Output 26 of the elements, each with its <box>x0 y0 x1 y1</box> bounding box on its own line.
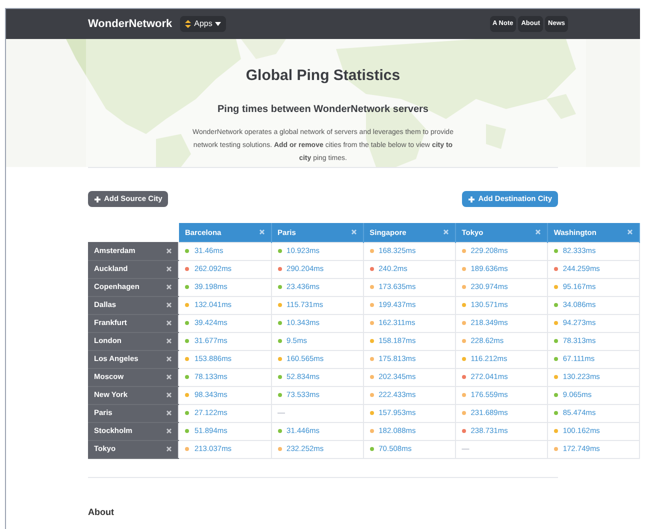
remove-icon[interactable] <box>534 229 541 236</box>
remove-icon[interactable] <box>166 248 172 254</box>
page-title: Global Ping Statistics <box>246 66 400 86</box>
remove-icon[interactable] <box>166 446 172 452</box>
remove-icon[interactable] <box>166 320 172 326</box>
plus-icon <box>468 196 476 202</box>
brand-logo[interactable]: WonderNetwork <box>88 16 172 32</box>
remove-icon[interactable] <box>442 229 449 236</box>
remove-icon[interactable] <box>166 302 172 308</box>
remove-icon[interactable] <box>166 374 172 380</box>
remove-icon[interactable] <box>166 410 172 416</box>
remove-icon[interactable] <box>258 229 265 236</box>
plus-icon <box>94 196 101 202</box>
apps-menu-button[interactable]: Apps <box>180 16 226 32</box>
remove-icon[interactable] <box>627 229 633 236</box>
remove-icon[interactable] <box>166 284 172 290</box>
remove-icon[interactable] <box>166 338 172 344</box>
section-heading: About <box>88 506 115 518</box>
apps-icon <box>185 20 192 28</box>
remove-icon[interactable] <box>350 229 357 236</box>
caret-icon <box>215 22 222 26</box>
remove-icon[interactable] <box>166 428 172 434</box>
subtitle: Ping times between WonderNetwork servers <box>218 102 428 116</box>
remove-icon[interactable] <box>166 392 172 398</box>
remove-icon[interactable] <box>166 266 172 272</box>
remove-icon[interactable] <box>166 356 172 362</box>
